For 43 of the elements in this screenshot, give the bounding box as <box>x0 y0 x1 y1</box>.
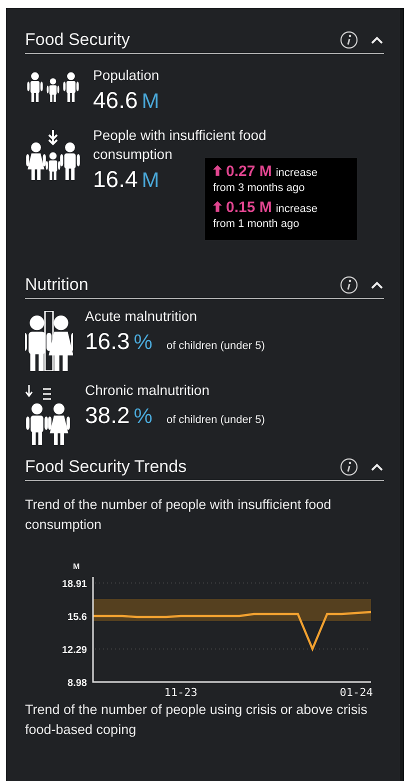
change-period: from 3 months ago <box>213 182 306 194</box>
stat-label: Acute malnutrition <box>85 307 198 326</box>
change-period: from 1 month ago <box>213 218 300 230</box>
chart-caption: Trend of the number of people with insufficient food consumption <box>25 496 332 534</box>
unit-label: % <box>134 331 152 355</box>
stat-value: 38.2 <box>85 402 130 429</box>
collapse-icon[interactable] <box>370 462 384 472</box>
info-icon[interactable] <box>340 31 358 49</box>
x-tick-label: 11-23 <box>164 686 198 699</box>
y-tick-label: 18.91 <box>62 579 87 590</box>
stat-value: 46.6 <box>93 87 138 114</box>
change-amount: 0.27 M <box>226 163 272 180</box>
children-height-icon <box>25 311 73 371</box>
stat-label: Chronic malnutrition <box>85 381 210 400</box>
children-height-arrow-icon <box>25 385 73 445</box>
section-title: Food Security Trends <box>25 457 187 477</box>
y-tick-label: 8.98 <box>68 678 87 689</box>
stat-label: People with insufficient food consumption <box>93 126 268 164</box>
y-tick-label: 15.6 <box>68 612 87 623</box>
unit-label: M <box>142 90 160 114</box>
up-arrow-icon <box>213 165 222 176</box>
axis-unit: M <box>73 562 80 571</box>
x-tick-label: 01-24 <box>340 686 373 699</box>
stat-label: Population <box>93 66 160 85</box>
stat-value: 16.4 <box>93 166 138 193</box>
change-amount: 0.15 M <box>226 199 272 216</box>
collapse-icon[interactable] <box>370 280 384 290</box>
change-label: increase <box>276 167 318 179</box>
change-label: increase <box>276 203 318 215</box>
info-icon[interactable] <box>340 458 358 476</box>
section-title: Food Security <box>25 30 130 50</box>
unit-label: % <box>134 405 152 429</box>
stat-value: 16.3 <box>85 328 130 355</box>
unit-label: M <box>142 169 160 193</box>
collapse-icon[interactable] <box>370 35 384 45</box>
section-title: Nutrition <box>25 275 88 295</box>
chart-caption: Trend of the number of people using crisis or above crisis food-based coping <box>25 701 368 739</box>
info-icon[interactable] <box>340 276 358 294</box>
stat-note: of children (under 5) <box>166 414 265 426</box>
stat-note: of children (under 5) <box>166 340 265 352</box>
up-arrow-icon <box>213 201 222 212</box>
family-icon <box>25 70 81 104</box>
y-tick-label: 12.29 <box>62 645 87 656</box>
